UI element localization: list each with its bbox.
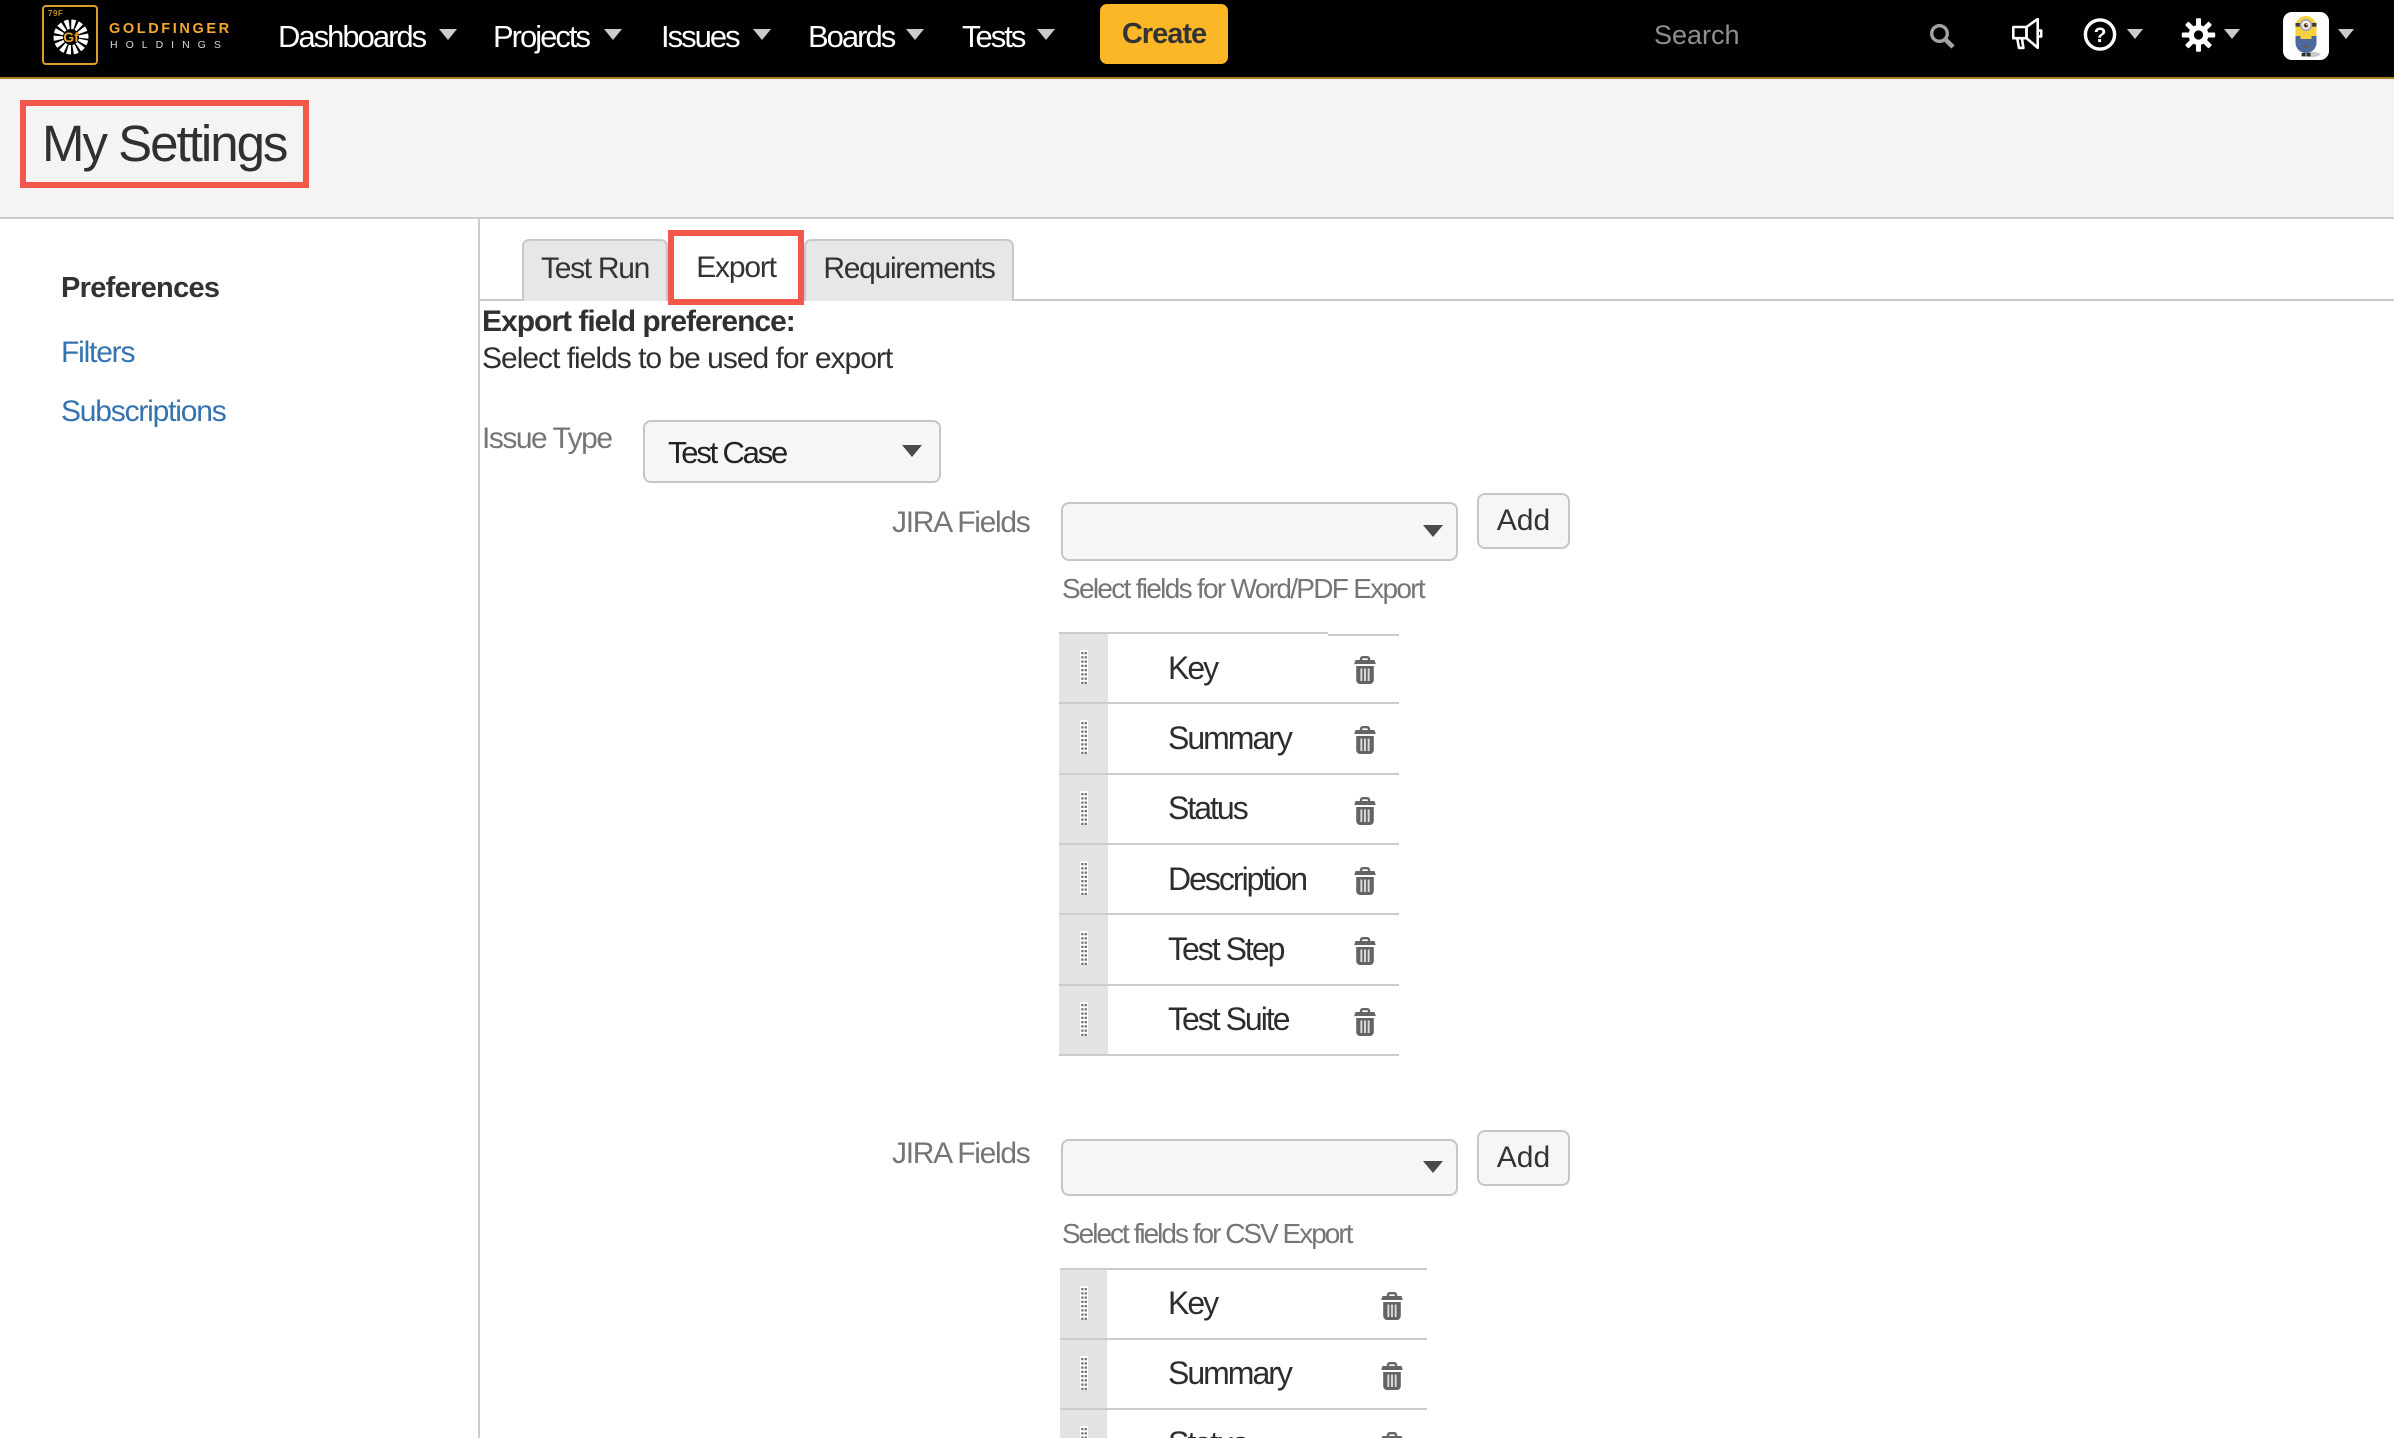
svg-text:Gf: Gf <box>63 29 79 45</box>
svg-text:?: ? <box>2094 24 2107 47</box>
